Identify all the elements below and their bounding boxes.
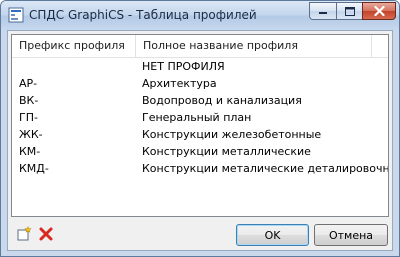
cell-prefix: ЖК- — [19, 128, 43, 141]
delete-profile-icon[interactable] — [38, 226, 54, 242]
table-row[interactable]: КМ- Конструкции металлические — [12, 143, 388, 160]
add-profile-icon[interactable] — [16, 226, 32, 242]
cell-full-name: Архитектура — [142, 77, 217, 90]
table-header: Префикс профиля Полное название профиля — [12, 35, 388, 58]
maximize-icon — [344, 6, 355, 16]
button-bar: OK Отмена — [8, 217, 392, 250]
close-button[interactable] — [362, 2, 396, 20]
cancel-button[interactable]: Отмена — [314, 224, 388, 246]
table-row[interactable]: НЕТ ПРОФИЛЯ — [12, 58, 388, 75]
cell-prefix: КМД- — [19, 162, 49, 175]
cell-full-name: Конструкции металлические — [142, 145, 311, 158]
ok-button[interactable]: OK — [236, 224, 309, 246]
cell-full-name: Конструкции металические деталировочные — [142, 162, 389, 175]
cell-prefix: ВК- — [19, 94, 39, 107]
close-icon — [373, 6, 385, 16]
cell-full-name: Генеральный план — [142, 111, 252, 124]
cell-full-name: Конструкции железобетонные — [142, 128, 322, 141]
dialog-client-area: Префикс профиля Полное название профиля … — [7, 30, 393, 251]
table-row[interactable]: ГП- Генеральный план — [12, 109, 388, 126]
table-row[interactable]: ВК- Водопровод и канализация — [12, 92, 388, 109]
column-header-full-name[interactable]: Полное название профиля — [136, 35, 372, 57]
dialog-window: СПДС GraphiCS - Таблица профилей Префикс… — [0, 0, 400, 257]
table-row[interactable]: АР- Архитектура — [12, 75, 388, 92]
table-row[interactable]: КМД- Конструкции металические деталирово… — [12, 160, 388, 177]
maximize-button[interactable] — [336, 2, 362, 20]
cell-full-name: НЕТ ПРОФИЛЯ — [142, 60, 225, 73]
app-icon — [8, 7, 24, 23]
profiles-table[interactable]: Префикс профиля Полное название профиля … — [11, 34, 389, 217]
column-header-prefix[interactable]: Префикс профиля — [12, 35, 136, 57]
table-body: НЕТ ПРОФИЛЯ АР- Архитектура ВК- Водопров… — [12, 58, 388, 177]
minimize-icon — [319, 12, 327, 14]
cell-full-name: Водопровод и канализация — [142, 94, 302, 107]
cell-prefix: АР- — [19, 77, 38, 90]
window-title: СПДС GraphiCS - Таблица профилей — [29, 8, 257, 22]
cell-prefix: КМ- — [19, 145, 41, 158]
minimize-button[interactable] — [309, 2, 336, 20]
cell-prefix — [19, 58, 135, 75]
cell-prefix: ГП- — [19, 111, 38, 124]
table-row[interactable]: ЖК- Конструкции железобетонные — [12, 126, 388, 143]
title-bar[interactable]: СПДС GraphiCS - Таблица профилей — [1, 1, 399, 30]
